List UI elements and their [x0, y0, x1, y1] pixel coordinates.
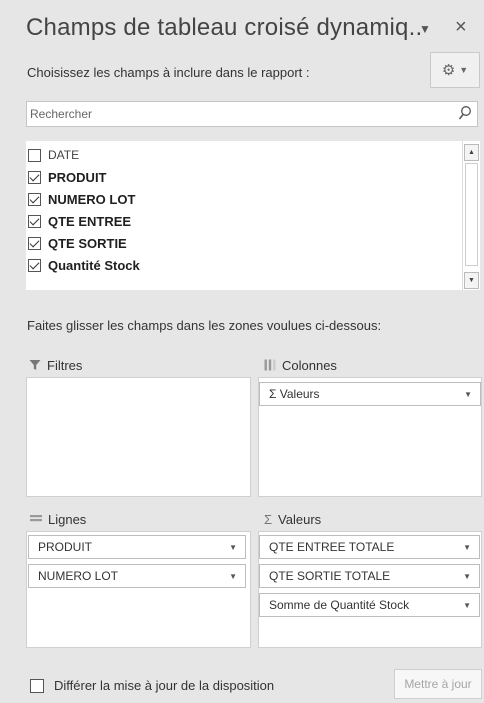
- search-input[interactable]: [27, 102, 447, 126]
- rows-icon: [30, 515, 42, 522]
- values-area-header: Σ Valeurs: [264, 506, 321, 532]
- values-label: Valeurs: [278, 511, 322, 527]
- scroll-up-icon[interactable]: ▲: [464, 144, 479, 161]
- field-label: NUMERO LOT: [48, 191, 136, 207]
- columns-icon: [264, 359, 276, 371]
- values-pill-somme-quantite-stock[interactable]: Somme de Quantité Stock ▼: [259, 593, 480, 617]
- values-pill-qte-entree-totale[interactable]: QTE ENTREE TOTALE ▼: [259, 535, 480, 559]
- field-item-qte-entree[interactable]: QTE ENTREE: [26, 210, 131, 232]
- chevron-down-icon[interactable]: ▼: [463, 543, 471, 552]
- field-label: QTE ENTREE: [48, 213, 132, 229]
- filters-label: Filtres: [47, 357, 83, 373]
- field-list: DATE PRODUIT NUMERO LOT QTE ENTREE QTE S…: [26, 141, 462, 290]
- field-label: QTE SORTIE: [48, 235, 127, 251]
- scrollbar-thumb[interactable]: [465, 163, 478, 266]
- defer-checkbox[interactable]: [30, 678, 44, 693]
- field-checkbox[interactable]: [28, 236, 41, 250]
- field-checkbox[interactable]: [28, 258, 41, 272]
- chevron-down-icon[interactable]: ▼: [464, 390, 472, 399]
- pill-label: Somme de Quantité Stock: [269, 598, 410, 612]
- rows-pill-numero-lot[interactable]: NUMERO LOT ▼: [28, 564, 246, 588]
- field-label: Quantité Stock: [48, 257, 140, 273]
- filters-drop-zone[interactable]: [26, 377, 251, 497]
- pivot-field-list-pane: Champs de tableau croisé dynamiq.. ▼ × C…: [0, 0, 484, 703]
- chevron-down-icon[interactable]: ▼: [463, 601, 471, 610]
- chevron-down-icon[interactable]: ▼: [229, 543, 237, 552]
- field-checkbox[interactable]: [28, 170, 41, 184]
- pill-label: NUMERO LOT: [38, 569, 119, 583]
- sigma-icon: Σ: [264, 511, 273, 527]
- defer-label: Différer la mise à jour de la dispositio…: [54, 678, 275, 693]
- search-box: [26, 101, 478, 127]
- search-icon[interactable]: [458, 105, 472, 123]
- scroll-down-icon[interactable]: ▼: [464, 272, 479, 289]
- field-label: PRODUIT: [48, 169, 107, 185]
- field-item-numero-lot[interactable]: NUMERO LOT: [26, 188, 135, 210]
- columns-values-pill[interactable]: Σ Valeurs ▼: [259, 382, 481, 406]
- field-item-date[interactable]: DATE: [26, 144, 79, 166]
- gear-icon: ⚙: [441, 62, 456, 79]
- pill-label: Σ Valeurs: [269, 387, 320, 401]
- rows-area-header: Lignes: [30, 506, 86, 532]
- field-item-quantite-stock[interactable]: Quantité Stock: [26, 254, 140, 276]
- choose-fields-label: Choisissez les champs à inclure dans le …: [27, 65, 310, 80]
- pane-title: Champs de tableau croisé dynamiq..: [26, 14, 423, 41]
- field-checkbox[interactable]: [28, 148, 41, 162]
- pill-label: QTE SORTIE TOTALE: [269, 569, 391, 583]
- columns-label: Colonnes: [282, 357, 337, 373]
- filter-icon: [29, 360, 41, 370]
- tools-button[interactable]: ⚙ ▼: [430, 52, 480, 88]
- close-icon[interactable]: ×: [455, 16, 467, 39]
- filters-area-header: Filtres: [29, 352, 82, 378]
- field-list-scrollbar[interactable]: ▲ ▼: [462, 141, 480, 290]
- pill-label: PRODUIT: [38, 540, 92, 554]
- field-label: DATE: [48, 148, 80, 162]
- columns-area-header: Colonnes: [264, 352, 337, 378]
- field-checkbox[interactable]: [28, 214, 41, 228]
- defer-layout-update[interactable]: Différer la mise à jour de la dispositio…: [30, 678, 274, 693]
- drag-instruction: Faites glisser les champs dans les zones…: [27, 318, 382, 333]
- field-item-qte-sortie[interactable]: QTE SORTIE: [26, 232, 127, 254]
- chevron-down-icon: ▼: [459, 65, 469, 75]
- update-button[interactable]: Mettre à jour: [394, 669, 482, 699]
- pane-options-dropdown-icon[interactable]: ▼: [419, 22, 431, 36]
- rows-label: Lignes: [48, 511, 87, 527]
- values-pill-qte-sortie-totale[interactable]: QTE SORTIE TOTALE ▼: [259, 564, 480, 588]
- chevron-down-icon[interactable]: ▼: [463, 572, 471, 581]
- chevron-down-icon[interactable]: ▼: [229, 572, 237, 581]
- rows-pill-produit[interactable]: PRODUIT ▼: [28, 535, 246, 559]
- pill-label: QTE ENTREE TOTALE: [269, 540, 395, 554]
- field-item-produit[interactable]: PRODUIT: [26, 166, 107, 188]
- field-checkbox[interactable]: [28, 192, 41, 206]
